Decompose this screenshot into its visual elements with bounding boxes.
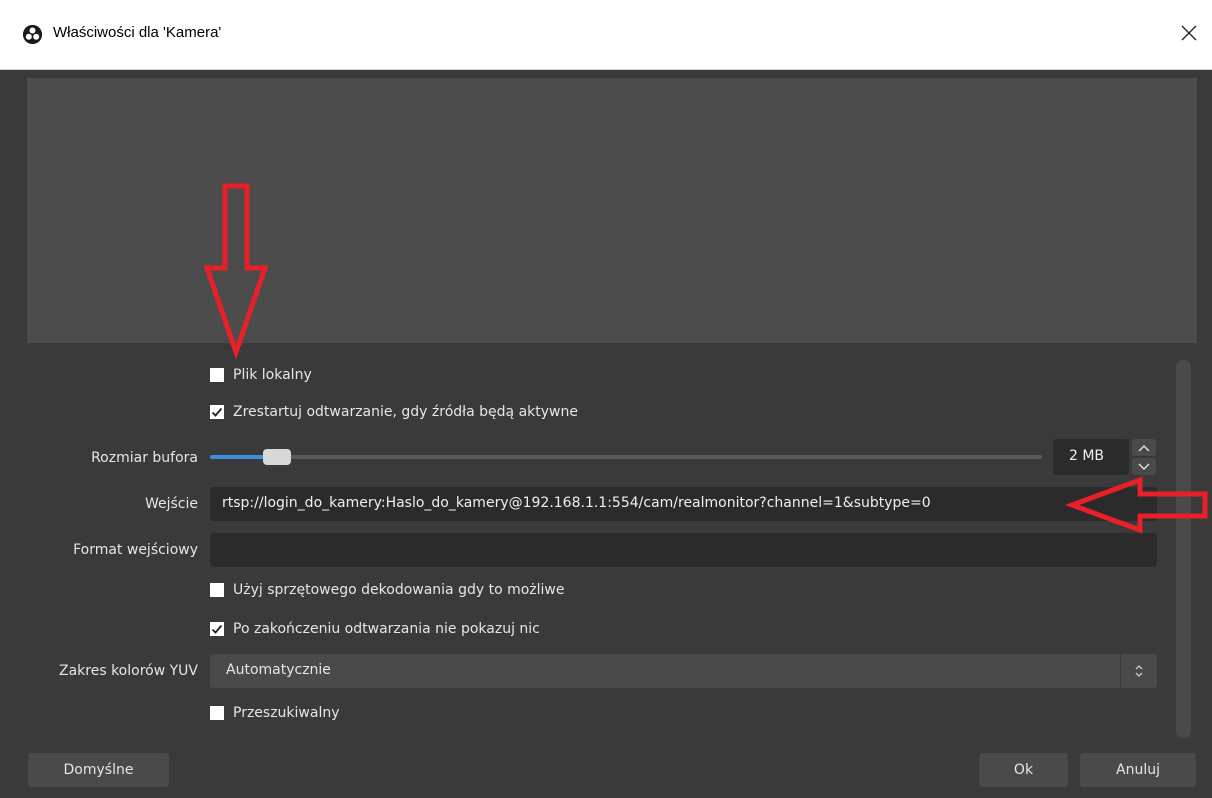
seekable-checkbox-row[interactable]: Przeszukiwalny <box>210 705 340 721</box>
buffer-size-value: 2 MB <box>1069 448 1105 464</box>
close-button[interactable] <box>1166 0 1212 70</box>
hw-decode-label: Użyj sprzętowego dekodowania gdy to możl… <box>233 582 565 598</box>
checkmark-icon <box>211 624 223 634</box>
decrement-button[interactable] <box>1132 458 1156 475</box>
checkmark-icon <box>211 407 223 417</box>
select-arrows-icon <box>1120 654 1157 688</box>
defaults-button[interactable]: Domyślne <box>28 753 169 787</box>
no-show-checkbox[interactable] <box>210 622 224 636</box>
buffer-size-label: Rozmiar bufora <box>91 450 198 466</box>
buffer-size-spinbox[interactable]: 2 MB <box>1053 439 1129 475</box>
input-format-label: Format wejściowy <box>73 542 198 558</box>
hw-decode-checkbox-row[interactable]: Użyj sprzętowego dekodowania gdy to możl… <box>210 582 565 598</box>
seekable-label: Przeszukiwalny <box>233 705 340 721</box>
local-file-label: Plik lokalny <box>233 367 312 383</box>
buffer-size-stepper[interactable] <box>1132 439 1156 475</box>
window-title: Właściwości dla 'Kamera' <box>53 24 222 41</box>
hw-decode-checkbox[interactable] <box>210 583 224 597</box>
input-format-field[interactable] <box>210 533 1157 567</box>
input-label: Wejście <box>144 496 198 512</box>
restart-checkbox[interactable] <box>210 405 224 419</box>
local-file-checkbox[interactable] <box>210 368 224 382</box>
buffer-slider[interactable] <box>210 449 1042 465</box>
scrollbar[interactable] <box>1176 360 1191 738</box>
obs-logo-icon <box>23 25 42 44</box>
restart-label: Zrestartuj odtwarzanie, gdy źródła będą … <box>233 404 578 420</box>
buffer-slider-handle[interactable] <box>263 449 291 465</box>
close-icon <box>1181 25 1197 45</box>
seekable-checkbox[interactable] <box>210 706 224 720</box>
increment-button[interactable] <box>1132 439 1156 456</box>
chevron-up-icon <box>1138 444 1150 452</box>
ok-button[interactable]: Ok <box>979 753 1068 787</box>
input-url-field[interactable]: rtsp://login_do_kamery:Haslo_do_kamery@1… <box>210 487 1157 521</box>
local-file-checkbox-row[interactable]: Plik lokalny <box>210 367 312 383</box>
video-preview <box>27 78 1197 343</box>
no-show-checkbox-row[interactable]: Po zakończeniu odtwarzania nie pokazuj n… <box>210 621 540 637</box>
no-show-label: Po zakończeniu odtwarzania nie pokazuj n… <box>233 621 540 637</box>
yuv-range-value: Automatycznie <box>226 662 331 678</box>
yuv-range-label: Zakres kolorów YUV <box>58 663 198 679</box>
cancel-button[interactable]: Anuluj <box>1080 753 1196 787</box>
yuv-range-select[interactable]: Automatycznie <box>210 654 1157 688</box>
restart-checkbox-row[interactable]: Zrestartuj odtwarzanie, gdy źródła będą … <box>210 404 578 420</box>
title-bar: Właściwości dla 'Kamera' <box>0 0 1212 70</box>
chevron-down-icon <box>1138 462 1150 470</box>
